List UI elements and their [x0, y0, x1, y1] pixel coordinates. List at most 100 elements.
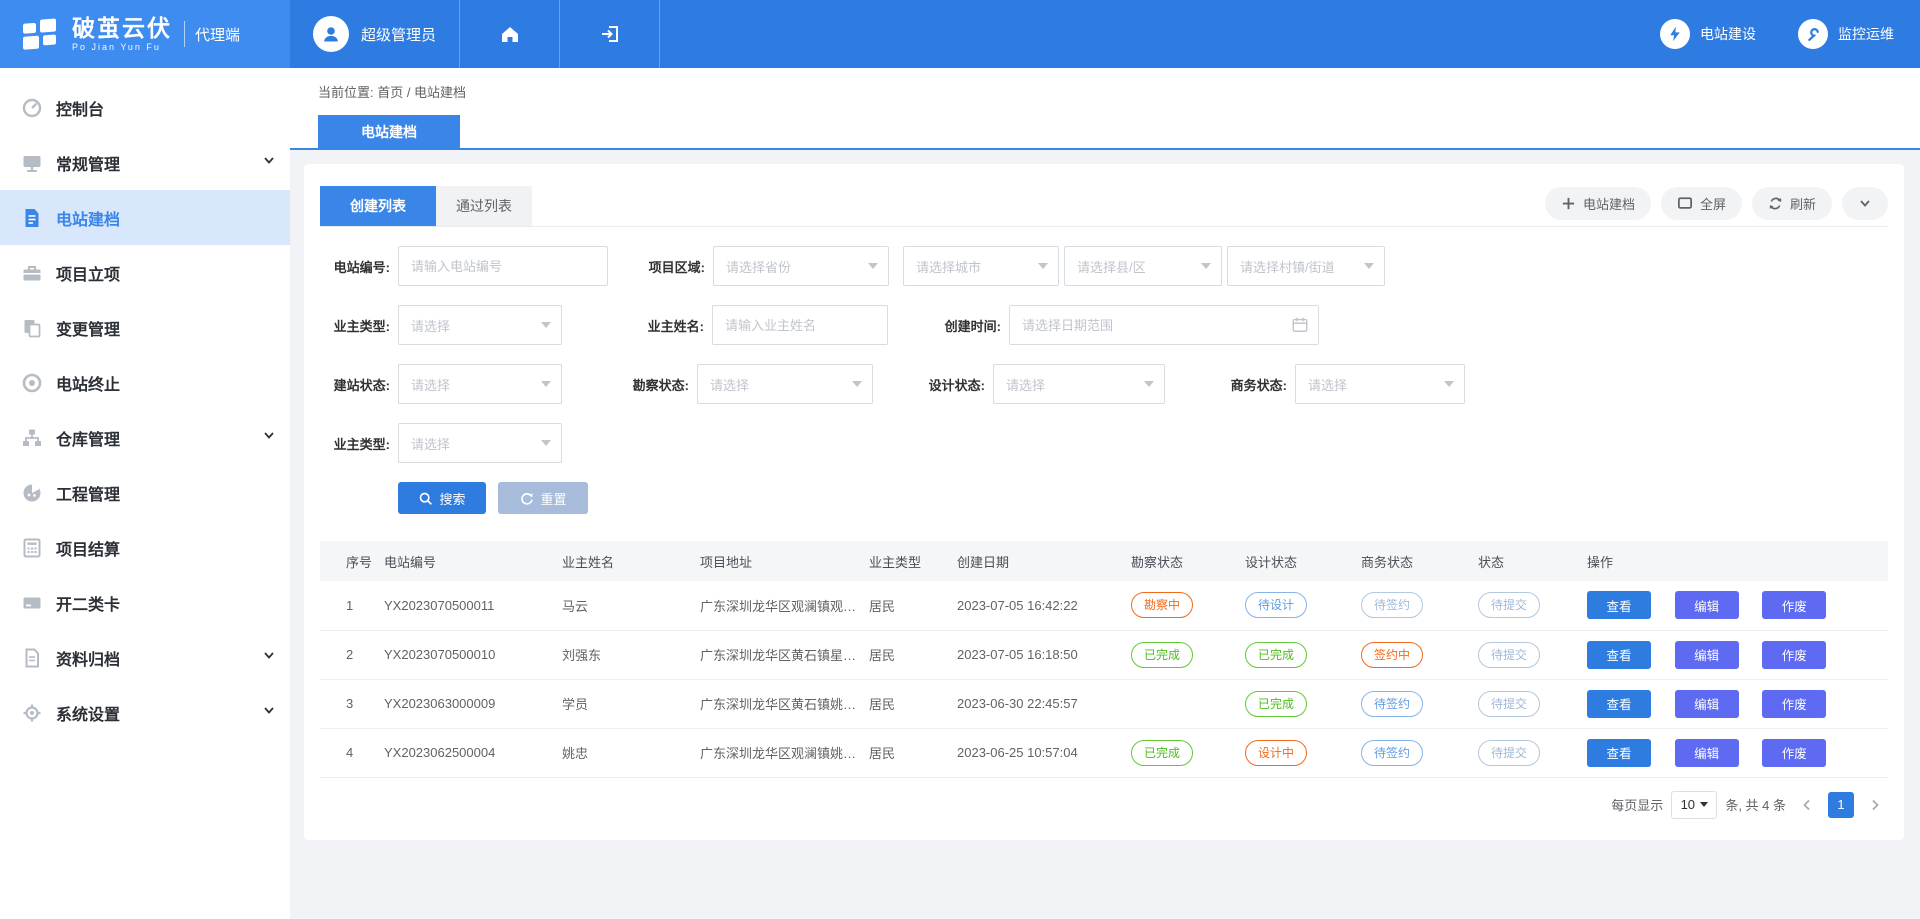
city-select[interactable]: 请选择城市 [903, 246, 1059, 286]
nav-monitor-ops[interactable]: 监控运维 [1798, 19, 1894, 49]
design-status-select[interactable]: 请选择 [993, 364, 1165, 404]
dashboard-icon [20, 96, 44, 120]
sidebar-item-station-termination[interactable]: 电站终止 [0, 355, 290, 410]
sidebar-item-dashboard[interactable]: 控制台 [0, 80, 290, 135]
view-button[interactable]: 查看 [1587, 641, 1651, 669]
next-page-button[interactable] [1862, 792, 1888, 818]
cell-type: 居民 [865, 581, 953, 630]
fullscreen-icon [1677, 196, 1693, 210]
void-button[interactable]: 作废 [1762, 739, 1826, 767]
search-button[interactable]: 搜索 [398, 482, 486, 514]
tab-create-list[interactable]: 创建列表 [320, 186, 436, 226]
logout-button[interactable] [560, 0, 660, 68]
edit-button[interactable]: 编辑 [1675, 641, 1739, 669]
calendar-icon [1291, 315, 1309, 339]
town-placeholder: 请选择村镇/街道 [1240, 257, 1364, 276]
caret-down-icon [1700, 802, 1708, 807]
owner-type-select[interactable]: 请选择 [398, 305, 562, 345]
user-menu[interactable]: 超级管理员 [290, 0, 460, 68]
sidebar-item-station-archive[interactable]: 电站建档 [0, 190, 290, 245]
town-select[interactable]: 请选择村镇/街道 [1227, 246, 1385, 286]
business-status-badge: 签约中 [1361, 642, 1423, 668]
reset-button[interactable]: 重置 [498, 482, 588, 514]
edit-button[interactable]: 编辑 [1675, 591, 1739, 619]
view-button[interactable]: 查看 [1587, 591, 1651, 619]
create-time-input[interactable] [1009, 305, 1319, 345]
owner-name-label: 业主姓名: [634, 316, 704, 335]
per-page-select[interactable]: 10 [1671, 791, 1717, 819]
prev-page-button[interactable] [1794, 792, 1820, 818]
nav-station-build[interactable]: 电站建设 [1660, 19, 1756, 49]
owner-type-placeholder: 请选择 [411, 316, 541, 335]
owner-type2-select[interactable]: 请选择 [398, 423, 562, 463]
sidebar-item-warehouse-mgmt[interactable]: 仓库管理 [0, 410, 290, 465]
page-number-button[interactable]: 1 [1828, 792, 1854, 818]
total-count-text: 条, 共 4 条 [1725, 795, 1786, 814]
sidebar-item-project-settlement[interactable]: 项目结算 [0, 520, 290, 575]
card-actions: 电站建档 全屏 刷新 [1545, 187, 1888, 226]
create-station-button[interactable]: 电站建档 [1545, 187, 1651, 220]
sidebar-item-change-mgmt[interactable]: 变更管理 [0, 300, 290, 355]
tab-passed-list[interactable]: 通过列表 [436, 186, 532, 226]
refresh-button[interactable]: 刷新 [1752, 187, 1832, 220]
col-header-created: 创建日期 [953, 541, 1127, 581]
sidebar-item-open-class2-card[interactable]: 开二类卡 [0, 575, 290, 630]
sidebar-item-system-settings[interactable]: 系统设置 [0, 685, 290, 740]
reset-icon [519, 491, 534, 506]
void-button[interactable]: 作废 [1762, 690, 1826, 718]
sidebar-item-label: 系统设置 [56, 701, 120, 725]
owner-type2-label: 业主类型: [320, 434, 390, 453]
home-button[interactable] [460, 0, 560, 68]
page-tab-bar: 电站建档 [290, 115, 1920, 150]
edit-button[interactable]: 编辑 [1675, 690, 1739, 718]
station-no-input[interactable] [398, 246, 608, 286]
card-header: 创建列表 通过列表 电站建档 全屏 [320, 186, 1888, 227]
edit-button[interactable]: 编辑 [1675, 739, 1739, 767]
business-status-label: 商务状态: [1217, 375, 1287, 394]
void-button[interactable]: 作废 [1762, 591, 1826, 619]
reset-label: 重置 [540, 489, 566, 508]
cell-created: 2023-07-05 16:18:50 [953, 630, 1127, 679]
topbar-spacer [660, 0, 1660, 68]
cell-type: 居民 [865, 728, 953, 777]
page-tab-station-archive[interactable]: 电站建档 [318, 115, 460, 148]
survey-status-select[interactable]: 请选择 [697, 364, 873, 404]
nav-station-build-label: 电站建设 [1700, 24, 1756, 44]
caret-down-icon [868, 263, 878, 269]
cell-no: 4 [320, 728, 380, 777]
logo-text: 破茧云伏 Po Jian Yun Fu [72, 16, 172, 52]
wrench-circle [1798, 19, 1828, 49]
sidebar-item-data-archive[interactable]: 资料归档 [0, 630, 290, 685]
per-page-value: 10 [1681, 797, 1695, 812]
app-subtitle: Po Jian Yun Fu [72, 42, 172, 52]
county-select[interactable]: 请选择县/区 [1064, 246, 1222, 286]
view-button[interactable]: 查看 [1587, 739, 1651, 767]
sidebar-item-engineering-mgmt[interactable]: 工程管理 [0, 465, 290, 520]
collapse-toolbar-button[interactable] [1842, 187, 1888, 220]
sidebar-item-project-initiation[interactable]: 项目立项 [0, 245, 290, 300]
portal-label: 代理端 [195, 24, 240, 45]
void-button[interactable]: 作废 [1762, 641, 1826, 669]
lightning-icon [1667, 26, 1683, 42]
create-time-picker[interactable] [1009, 305, 1319, 345]
cell-station-no: YX2023070500010 [380, 630, 558, 679]
col-header-status: 状态 [1474, 541, 1583, 581]
view-button[interactable]: 查看 [1587, 690, 1651, 718]
build-status-placeholder: 请选择 [411, 375, 541, 394]
build-status-select[interactable]: 请选择 [398, 364, 562, 404]
owner-name-input[interactable] [712, 305, 888, 345]
business-status-select[interactable]: 请选择 [1295, 364, 1465, 404]
refresh-label: 刷新 [1790, 194, 1816, 213]
province-select[interactable]: 请选择省份 [713, 246, 889, 286]
breadcrumb: 当前位置: 首页 / 电站建档 [290, 68, 1920, 115]
refresh-icon [1768, 196, 1783, 211]
chevron-left-icon [1800, 798, 1814, 812]
owner-type-label: 业主类型: [320, 316, 390, 335]
status-badge: 待提交 [1478, 740, 1540, 766]
fullscreen-button[interactable]: 全屏 [1661, 187, 1742, 220]
divider [184, 21, 185, 47]
survey-status-badge: 已完成 [1131, 740, 1193, 766]
cell-address: 广东深圳龙华区黄石镇姚家庄... [696, 679, 865, 728]
sidebar-item-general-mgmt[interactable]: 常规管理 [0, 135, 290, 190]
station-table: 序号 电站编号 业主姓名 项目地址 业主类型 创建日期 勘察状态 设计状态 商务… [320, 541, 1888, 778]
